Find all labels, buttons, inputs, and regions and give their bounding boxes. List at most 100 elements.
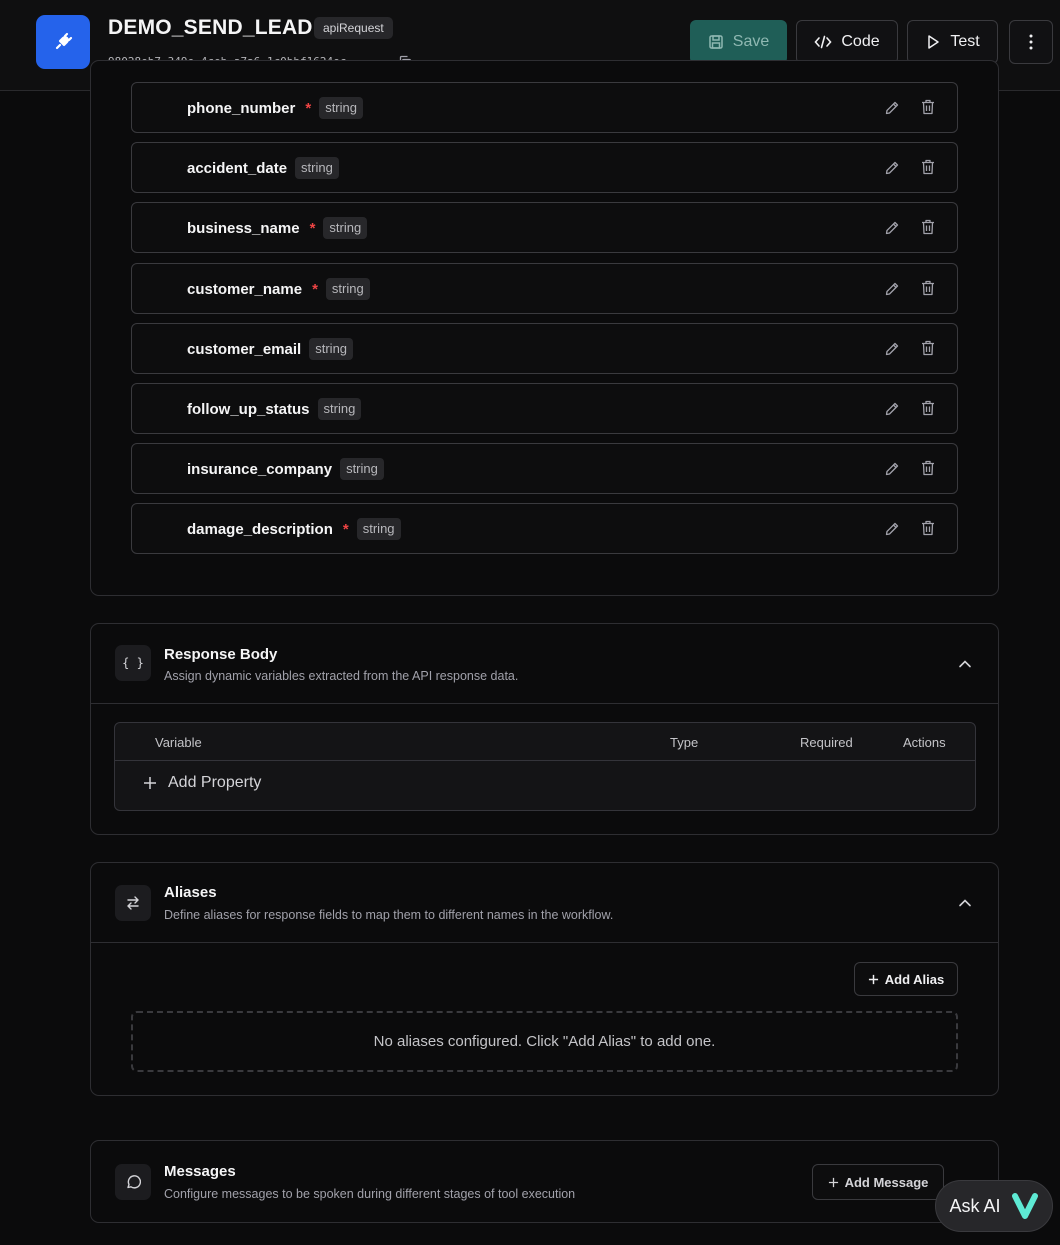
parameter-name: damage_description — [187, 520, 333, 538]
column-type: Type — [670, 735, 699, 750]
plug-icon — [36, 15, 90, 69]
add-property-button[interactable]: Add Property — [143, 774, 261, 792]
message-circle-icon — [115, 1164, 151, 1200]
parameter-name: insurance_company — [187, 460, 333, 478]
pencil-icon[interactable] — [884, 281, 900, 297]
pencil-icon[interactable] — [884, 401, 900, 417]
save-button[interactable]: Save — [690, 20, 787, 64]
pencil-icon[interactable] — [884, 220, 900, 236]
aliases-empty-state: No aliases configured. Click "Add Alias"… — [131, 1011, 958, 1072]
required-marker: * — [305, 99, 312, 117]
response-body-title: Response Body — [164, 646, 278, 663]
add-alias-button[interactable]: Add Alias — [854, 962, 958, 996]
parameter-name-group: follow_up_status string — [187, 398, 362, 420]
required-marker: * — [312, 280, 318, 298]
chevron-up-icon[interactable] — [957, 656, 973, 672]
test-button[interactable]: Test — [907, 20, 998, 64]
parameter-type-chip: string — [295, 157, 339, 179]
parameter-name: customer_name — [187, 280, 303, 298]
aliases-section: Aliases Define aliases for response fiel… — [90, 862, 999, 1096]
trash-icon[interactable] — [921, 159, 935, 175]
code-label: Code — [841, 33, 880, 50]
parameter-row[interactable]: accident_date string — [131, 142, 958, 193]
pencil-icon[interactable] — [884, 100, 900, 116]
column-variable: Variable — [155, 735, 202, 750]
trash-icon[interactable] — [921, 219, 935, 235]
parameter-name: accident_date — [187, 159, 288, 177]
parameter-type-chip: string — [356, 518, 401, 540]
more-options-button[interactable] — [1009, 20, 1053, 64]
parameter-name: phone_number — [187, 99, 296, 117]
aliases-subtitle: Define aliases for response fields to ma… — [164, 908, 614, 922]
parameter-type-chip: string — [309, 338, 354, 360]
column-required: Required — [800, 735, 853, 750]
parameter-type-chip: string — [323, 217, 368, 239]
pencil-icon[interactable] — [884, 461, 900, 477]
divider — [91, 703, 998, 704]
pencil-icon[interactable] — [884, 160, 900, 176]
ai-logo-icon — [1011, 1193, 1038, 1219]
pencil-icon[interactable] — [884, 341, 900, 357]
required-marker: * — [309, 219, 316, 237]
plus-icon — [828, 1177, 838, 1187]
parameter-name-group: accident_date string — [187, 157, 339, 179]
trash-icon[interactable] — [921, 280, 935, 296]
test-label: Test — [950, 33, 980, 50]
parameter-name-group: insurance_company string — [187, 458, 384, 480]
plus-icon — [144, 777, 156, 789]
add-message-label: Add Message — [844, 1174, 929, 1190]
parameter-row[interactable]: business_name * string — [131, 202, 958, 253]
parameter-row[interactable]: damage_description * string — [131, 503, 958, 554]
parameter-type-chip: string — [319, 97, 363, 119]
parameter-name-group: customer_name * string — [187, 278, 370, 300]
column-actions: Actions — [903, 735, 946, 750]
trash-icon[interactable] — [921, 400, 935, 416]
parameter-row[interactable]: customer_email string — [131, 323, 958, 374]
parameter-name: business_name — [187, 219, 300, 237]
response-body-subtitle: Assign dynamic variables extracted from … — [164, 669, 519, 683]
required-marker: * — [342, 520, 349, 538]
parameter-name-group: business_name * string — [187, 217, 368, 239]
parameter-row[interactable]: customer_name * string — [131, 263, 958, 314]
tool-type-badge: apiRequest — [314, 17, 393, 39]
page-title: DEMO_SEND_LEAD — [108, 16, 313, 39]
parameter-name-group: customer_email string — [187, 338, 354, 360]
more-vertical-icon — [1029, 34, 1033, 50]
messages-title: Messages — [164, 1163, 236, 1180]
parameter-name-group: phone_number * string — [187, 97, 363, 119]
braces-icon: { } — [115, 645, 151, 681]
parameter-type-chip: string — [317, 398, 362, 420]
ask-ai-button[interactable]: Ask AI — [935, 1180, 1053, 1232]
arrows-swap-icon — [115, 885, 151, 921]
parameter-row[interactable]: insurance_company string — [131, 443, 958, 494]
chevron-up-icon[interactable] — [957, 895, 973, 911]
parameter-type-chip: string — [325, 278, 370, 300]
response-body-section: { } Response Body Assign dynamic variabl… — [90, 623, 999, 835]
parameter-row[interactable]: phone_number * string — [131, 82, 958, 133]
pencil-icon[interactable] — [884, 521, 900, 537]
parameter-name: follow_up_status — [187, 400, 310, 418]
add-message-button[interactable]: Add Message — [812, 1164, 944, 1200]
add-property-label: Add Property — [168, 774, 262, 791]
trash-icon[interactable] — [921, 99, 935, 115]
parameter-type-chip: string — [340, 458, 384, 480]
ask-ai-label: Ask AI — [949, 1195, 1001, 1216]
divider — [91, 942, 998, 943]
trash-icon[interactable] — [921, 340, 935, 356]
table-header: Variable Type Required Actions — [115, 723, 975, 761]
plus-icon — [868, 974, 878, 984]
code-icon — [814, 35, 832, 49]
play-icon — [928, 35, 940, 49]
add-alias-label: Add Alias — [884, 971, 945, 987]
messages-section: Messages Configure messages to be spoken… — [90, 1140, 999, 1223]
trash-icon[interactable] — [921, 520, 935, 536]
code-button[interactable]: Code — [796, 20, 898, 64]
response-variables-table: Variable Type Required Actions Add Prope… — [114, 722, 976, 811]
save-icon — [709, 35, 723, 49]
trash-icon[interactable] — [921, 460, 935, 476]
messages-subtitle: Configure messages to be spoken during d… — [164, 1187, 576, 1201]
parameter-name-group: damage_description * string — [187, 518, 401, 540]
parameter-row[interactable]: follow_up_status string — [131, 383, 958, 434]
aliases-title: Aliases — [164, 884, 217, 901]
save-label: Save — [732, 33, 770, 50]
